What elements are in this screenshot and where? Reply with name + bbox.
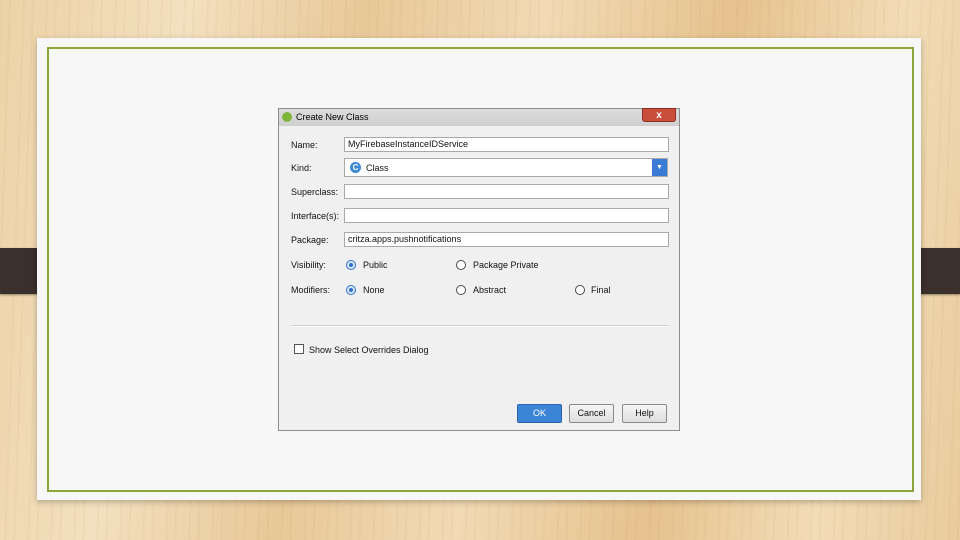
visibility-package-private-radio[interactable]	[456, 260, 466, 270]
package-input[interactable]: critza.apps.pushnotifications	[344, 232, 669, 247]
modifier-final-radio[interactable]	[575, 285, 585, 295]
close-button[interactable]: x	[642, 108, 676, 122]
android-icon	[282, 112, 292, 122]
kind-label: Kind:	[291, 163, 312, 173]
kind-selected-value: Class	[366, 163, 389, 173]
superclass-label: Superclass:	[291, 187, 339, 197]
modifiers-label: Modifiers:	[291, 285, 331, 295]
visibility-package-private-label: Package Private	[473, 260, 539, 270]
cancel-button[interactable]: Cancel	[569, 404, 614, 423]
modifier-abstract-label: Abstract	[473, 285, 507, 295]
interfaces-label: Interface(s):	[291, 211, 340, 221]
class-icon: C	[350, 162, 361, 173]
kind-dropdown[interactable]: C Class ▼	[344, 158, 668, 177]
dialog-titlebar: Create New Class x	[279, 108, 679, 126]
superclass-input[interactable]	[344, 184, 669, 199]
package-label: Package:	[291, 235, 329, 245]
show-overrides-label: Show Select Overrides Dialog	[309, 345, 429, 355]
interfaces-input[interactable]	[344, 208, 669, 223]
divider	[291, 325, 669, 327]
dialog-title: Create New Class	[296, 112, 369, 122]
modifier-abstract-radio[interactable]	[456, 285, 466, 295]
show-overrides-checkbox[interactable]	[294, 344, 304, 354]
visibility-public-label: Public	[363, 260, 388, 270]
modifier-none-radio[interactable]	[346, 285, 356, 295]
name-input[interactable]: MyFirebaseInstanceIDService	[344, 137, 669, 152]
name-label: Name:	[291, 140, 318, 150]
visibility-public-radio[interactable]	[346, 260, 356, 270]
modifier-final-label: Final	[591, 285, 611, 295]
create-new-class-dialog: Create New Class x Name: MyFirebaseInsta…	[278, 108, 680, 431]
ok-button[interactable]: OK	[517, 404, 562, 423]
visibility-label: Visibility:	[291, 260, 326, 270]
modifier-none-label: None	[363, 285, 385, 295]
help-button[interactable]: Help	[622, 404, 667, 423]
chevron-down-icon[interactable]: ▼	[652, 159, 667, 176]
